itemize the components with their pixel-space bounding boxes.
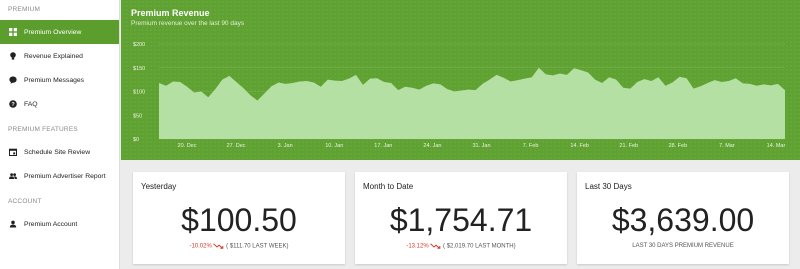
x-tick-label: 14. Feb (570, 143, 589, 149)
y-tick-label: $0 (133, 137, 139, 143)
y-tick-label: $200 (133, 42, 145, 48)
x-tick-label: 28. Feb (669, 143, 688, 149)
card-footer: -13.12% ( $2,019.70 LAST MONTH) (355, 243, 567, 250)
change-percent: -13.12% (406, 243, 429, 250)
calendar-icon (8, 147, 18, 157)
section-label-premium: PREMIUM (8, 6, 41, 13)
sidebar-item-label: Premium Overview (24, 28, 82, 36)
sidebar-item-label: Schedule Site Review (24, 148, 91, 156)
card-value: $100.50 (181, 202, 297, 238)
stat-card-last-30-days: Last 30 Days $3,639.00 LAST 30 DAYS PREM… (577, 172, 789, 264)
sidebar-item-label: Premium Advertiser Report (24, 172, 106, 180)
y-tick-label: $100 (133, 90, 145, 96)
sidebar-item-premium-messages[interactable]: Premium Messages (0, 68, 119, 92)
x-tick-label: 7. Mar (719, 143, 735, 149)
card-title: Yesterday (141, 182, 177, 191)
section-label-premium-features: PREMIUM FEATURES (8, 126, 78, 133)
x-tick-label: 14. Mar (767, 143, 786, 149)
people-icon (8, 171, 18, 181)
y-tick-label: $50 (133, 113, 142, 119)
sidebar-item-label: FAQ (24, 100, 38, 108)
card-footer: LAST 30 DAYS PREMIUM REVENUE (577, 243, 789, 249)
trending-down-icon (213, 243, 224, 249)
trending-down-icon (430, 243, 441, 249)
x-tick-label: 7. Feb (523, 143, 539, 149)
card-footer: -10.02% ( $111.70 LAST WEEK) (133, 243, 345, 250)
x-tick-label: 31. Jan (472, 143, 490, 149)
sidebar-item-label: Premium Messages (24, 76, 85, 84)
card-title: Last 30 Days (585, 182, 632, 191)
x-tick-label: 21. Feb (619, 143, 638, 149)
x-tick-label: 10. Jan (325, 143, 343, 149)
help-circle-icon: ? (8, 99, 18, 109)
card-value: $3,639.00 (611, 202, 755, 238)
sidebar-item-premium-advertiser-report[interactable]: Premium Advertiser Report (0, 164, 119, 188)
stat-card-month-to-date: Month to Date $1,754.71 -13.12% ( $2,019… (355, 172, 567, 264)
revenue-chart-panel: Premium Revenue Premium revenue over the… (121, 0, 800, 160)
comparison-text: ( $111.70 LAST WEEK) (226, 243, 289, 250)
card-title: Month to Date (363, 182, 414, 191)
sidebar-item-premium-overview[interactable]: Premium Overview (0, 20, 119, 44)
revenue-area-series[interactable] (159, 67, 785, 139)
grid-icon (8, 27, 18, 37)
chat-bubble-icon (8, 75, 18, 85)
sidebar-item-label: Revenue Explained (24, 52, 83, 60)
revenue-area-chart[interactable]: $200 $150 $100 $50 $0 20. Dec 27. Dec 3. Jan 10.… (121, 0, 800, 160)
x-tick-label: 3. Jan (278, 143, 293, 149)
change-percent: -10.02% (189, 243, 212, 250)
sidebar-item-revenue-explained[interactable]: Revenue Explained (0, 44, 119, 68)
sidebar: PREMIUM Premium Overview Revenue Explain… (0, 0, 120, 269)
sidebar-item-schedule-site-review[interactable]: Schedule Site Review (0, 140, 119, 164)
stat-card-yesterday: Yesterday $100.50 -10.02% ( $111.70 LAST… (133, 172, 345, 264)
card-value: $1,754.71 (389, 202, 533, 238)
y-tick-label: $150 (133, 66, 145, 72)
sidebar-item-faq[interactable]: ? FAQ (0, 92, 119, 116)
x-tick-label: 17. Jan (374, 143, 392, 149)
comparison-text: LAST 30 DAYS PREMIUM REVENUE (632, 243, 734, 249)
x-tick-label: 20. Dec (178, 143, 197, 149)
sidebar-item-label: Premium Account (24, 220, 78, 228)
section-label-account: ACCOUNT (8, 198, 42, 205)
comparison-text: ( $2,019.70 LAST MONTH) (443, 243, 516, 250)
x-tick-label: 27. Dec (227, 143, 246, 149)
x-tick-label: 24. Jan (423, 143, 441, 149)
lightbulb-icon (8, 51, 18, 61)
person-icon (8, 219, 18, 229)
sidebar-item-premium-account[interactable]: Premium Account (0, 212, 119, 236)
